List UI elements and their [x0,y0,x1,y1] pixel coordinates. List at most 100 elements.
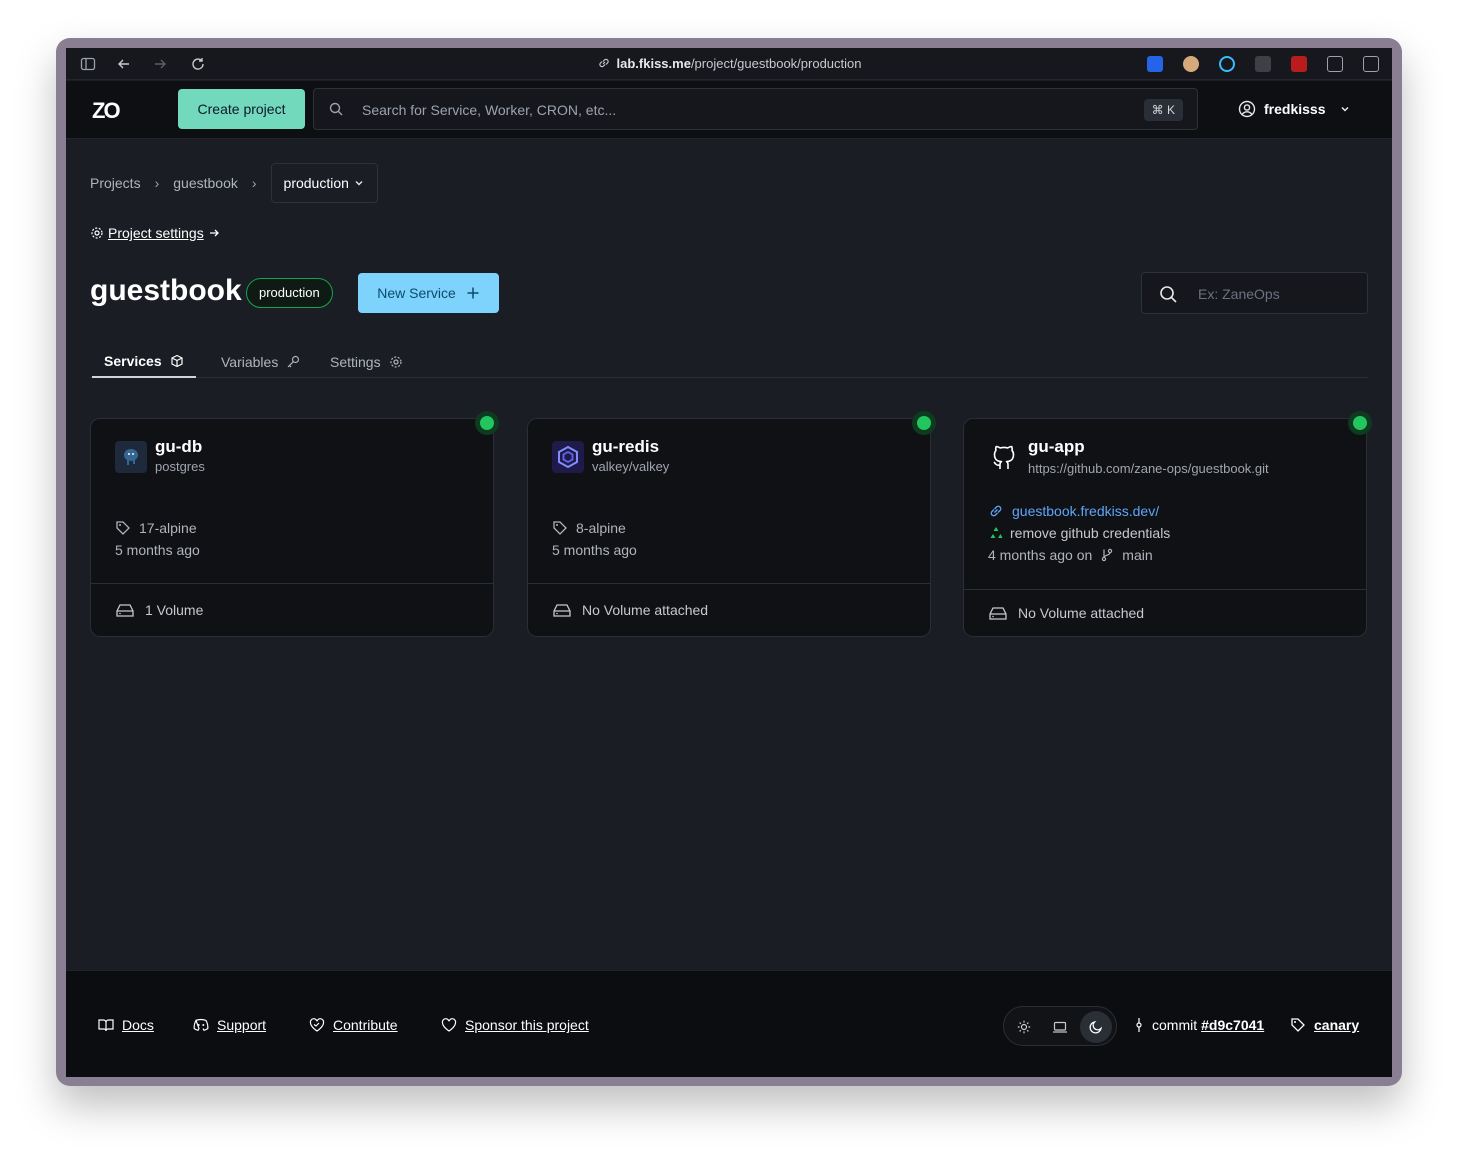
postgres-icon [115,441,147,473]
laptop-icon [1052,1020,1068,1034]
chevron-down-icon [353,177,365,189]
zaneops-logo[interactable]: ZO [92,98,121,124]
breadcrumb: Projects › guestbook › production [90,163,378,203]
link-icon [597,56,611,70]
status-indicator [912,411,936,435]
service-tag: 8-alpine [552,520,626,536]
page-title: guestbook [90,274,242,307]
docs-label: Docs [122,1017,154,1033]
sun-icon [1017,1020,1031,1034]
environment-select[interactable]: production [270,163,378,203]
url-path: /project/guestbook/production [690,56,862,71]
volume-label: No Volume attached [582,602,709,618]
extensions-icon[interactable] [1327,56,1343,72]
arrow-right-icon [208,227,220,239]
status-indicator [475,411,499,435]
tag-icon [1290,1017,1306,1033]
search-icon [328,101,344,117]
box-icon [170,354,184,368]
new-service-label: New Service [377,285,456,301]
service-repo: https://github.com/zane-ops/guestbook.gi… [1028,461,1269,476]
hard-drive-icon [988,605,1008,621]
bitwarden-extension-icon[interactable] [1147,56,1163,72]
key-icon [286,355,300,369]
service-commit: remove github credentials [988,525,1170,541]
commit-message: remove github credentials [1010,525,1171,541]
service-name: gu-app [1028,437,1085,456]
search-icon [1158,284,1178,304]
tab-settings-label: Settings [330,354,381,370]
project-settings-link[interactable]: Project settings [90,225,220,241]
breadcrumb-project[interactable]: guestbook [173,175,238,191]
tab-variables-label: Variables [221,354,279,370]
commit-label: commit [1152,1017,1198,1033]
tab-services-label: Services [104,353,162,369]
status-indicator [1348,411,1372,435]
theme-dark-button[interactable] [1080,1011,1112,1043]
docs-link[interactable]: Docs [98,1017,154,1033]
split-view-icon[interactable] [1363,56,1379,72]
shirt-extension-icon[interactable] [1255,56,1271,72]
create-project-button[interactable]: Create project [178,89,305,129]
heart-handshake-icon [309,1018,325,1032]
contribute-label: Contribute [333,1017,398,1033]
service-card-gu-app[interactable]: gu-app https://github.com/zane-ops/guest… [963,411,1372,637]
service-name: gu-redis [592,437,660,456]
tag-icon [115,520,131,536]
heart-icon [441,1018,457,1032]
service-image: valkey/valkey [592,459,670,474]
sponsor-link[interactable]: Sponsor this project [441,1017,589,1033]
support-link[interactable]: Support [193,1017,266,1033]
browser-window: lab.fkiss.me/project/guestbook/productio… [66,48,1392,1077]
sponsor-label: Sponsor this project [465,1017,589,1033]
service-card-gu-redis[interactable]: gu-redis valkey/valkey 8-alpine 5 months… [527,411,936,637]
service-volume: No Volume attached [964,589,1366,636]
chevron-right-icon: › [251,175,257,191]
gear-icon [90,226,104,240]
project-tabs: Services Variables Settings [90,344,1368,378]
link-icon [988,503,1004,519]
service-filter-input[interactable]: Ex: ZaneOps [1141,272,1368,314]
service-name: gu-db [155,437,203,456]
service-url: guestbook.fredkiss.dev/ [1012,503,1160,519]
page-footer: Docs Support Contribute Sponsor this pro… [66,970,1392,1077]
hard-drive-icon [552,602,572,618]
updated-label: 4 months ago on [988,547,1093,563]
service-updated: 4 months ago on main [988,547,1153,563]
hard-drive-icon [115,602,135,618]
tab-settings[interactable]: Settings [318,346,415,378]
plus-icon [466,286,480,300]
user-menu[interactable]: fredkisss [1238,100,1351,118]
react-extension-icon[interactable] [1219,56,1235,72]
volume-label: 1 Volume [145,602,204,618]
tab-services[interactable]: Services [92,346,196,378]
tag-label: 17-alpine [139,520,197,536]
tag-icon [552,520,568,536]
support-label: Support [217,1017,267,1033]
branch-label: main [1122,547,1153,563]
theme-switcher [1003,1006,1117,1046]
git-commit-icon [1134,1018,1144,1032]
search-placeholder: Search for Service, Worker, CRON, etc... [362,102,617,118]
service-volume: No Volume attached [528,583,930,636]
release-channel[interactable]: canary [1290,1017,1359,1033]
breadcrumb-projects[interactable]: Projects [90,175,141,191]
app-header: ZO Create project Search for Service, Wo… [66,81,1392,139]
owl-extension-icon[interactable] [1183,56,1199,72]
ublock-extension-icon[interactable] [1291,56,1307,72]
commit-info: commit #d9c7041 [1134,1017,1264,1033]
service-url-link[interactable]: guestbook.fredkiss.dev/ [988,503,1159,519]
new-service-button[interactable]: New Service [358,273,499,313]
tab-variables[interactable]: Variables [209,346,312,378]
theme-light-button[interactable] [1008,1011,1040,1043]
contribute-link[interactable]: Contribute [309,1017,398,1033]
moon-icon [1089,1020,1103,1034]
commit-hash-link[interactable]: #d9c7041 [1201,1017,1264,1033]
service-image: postgres [155,459,205,474]
chevron-right-icon: › [154,175,160,191]
global-search-input[interactable]: Search for Service, Worker, CRON, etc...… [313,88,1198,130]
theme-system-button[interactable] [1044,1011,1076,1043]
environment-select-label: production [283,175,349,191]
tag-label: 8-alpine [576,520,626,536]
service-card-gu-db[interactable]: gu-db postgres 17-alpine 5 months ago 1 … [90,411,499,637]
